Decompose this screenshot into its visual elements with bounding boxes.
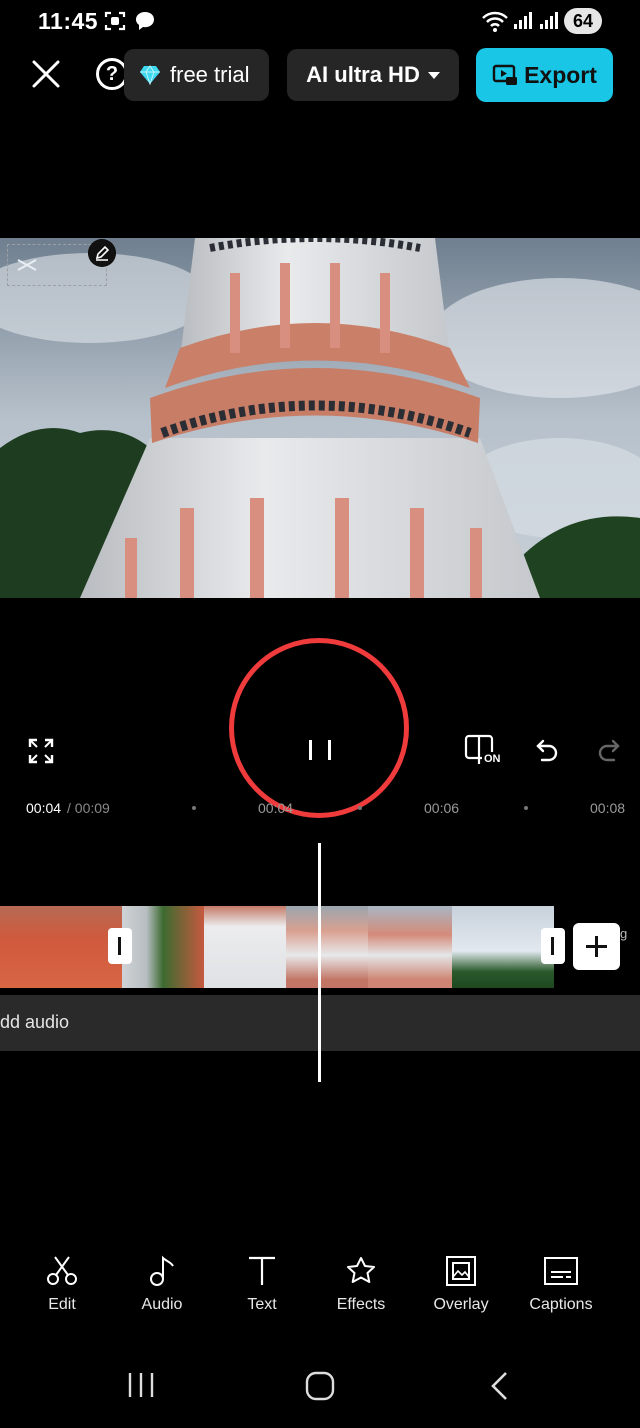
diamond-icon <box>140 65 160 85</box>
edit-watermark-icon[interactable] <box>88 239 116 267</box>
tool-captions[interactable]: Captions <box>511 1240 611 1314</box>
clip-thumbnail[interactable] <box>204 906 286 988</box>
tool-label: Overlay <box>433 1296 489 1313</box>
system-nav-bar <box>0 1345 640 1428</box>
total-duration: / 00:09 <box>67 800 110 816</box>
close-button[interactable] <box>26 54 66 94</box>
clip-thumbnail[interactable] <box>286 906 368 988</box>
chevron-down-icon <box>427 71 440 79</box>
tool-label: Captions <box>529 1296 593 1313</box>
free-trial-button[interactable]: free trial <box>124 49 269 101</box>
screenshot-icon <box>104 11 126 31</box>
quality-label: AI ultra HD <box>306 62 420 87</box>
tool-bar: Edit Audio Text Effects Overlay Captions <box>0 1240 640 1330</box>
clip-trim-handle-left[interactable] <box>108 928 132 964</box>
cover-label: g <box>620 926 628 941</box>
signal-strength-icon <box>514 12 532 29</box>
tool-overlay[interactable]: Overlay <box>411 1240 511 1314</box>
clip-thumbnail[interactable] <box>0 906 122 988</box>
current-time: 00:04 <box>26 800 62 816</box>
back-icon[interactable] <box>486 1371 514 1401</box>
music-note-icon <box>150 1255 174 1286</box>
status-clock: 11:45 <box>38 8 99 34</box>
add-audio-label: dd audio <box>0 1012 70 1032</box>
tool-label: Edit <box>48 1296 76 1313</box>
ruler-label: 00:06 <box>424 800 460 816</box>
redo-icon[interactable] <box>594 736 622 764</box>
battery-indicator: 64 <box>564 8 602 34</box>
export-button[interactable]: Export <box>476 48 613 102</box>
ruler-tick <box>192 806 196 810</box>
home-icon[interactable] <box>305 1371 335 1401</box>
clip-thumbnail[interactable] <box>452 906 554 988</box>
video-preview[interactable] <box>0 238 640 598</box>
ruler-tick <box>358 806 362 810</box>
tool-label: Audio <box>141 1296 183 1313</box>
signal-strength-icon <box>540 12 558 29</box>
scissors-icon <box>47 1256 77 1285</box>
text-icon <box>249 1256 275 1285</box>
undo-icon[interactable] <box>534 736 562 764</box>
tool-edit[interactable]: Edit <box>12 1240 112 1314</box>
wifi-icon <box>482 11 508 32</box>
effects-star-icon <box>347 1257 375 1283</box>
compare-toggle-button[interactable]: ON <box>464 734 504 770</box>
pause-button[interactable] <box>296 726 344 774</box>
tool-audio[interactable]: Audio <box>112 1240 212 1314</box>
compare-on-badge: ON <box>484 753 501 765</box>
overlay-icon <box>446 1256 476 1286</box>
clip-thumbnail[interactable] <box>122 906 204 988</box>
export-icon <box>492 64 518 85</box>
ruler-label: 00:08 <box>590 800 626 816</box>
chat-icon <box>136 12 154 30</box>
tool-effects[interactable]: Effects <box>311 1240 411 1314</box>
capcut-logo-icon <box>17 259 37 271</box>
tool-label: Text <box>247 1296 277 1313</box>
add-clip-button[interactable] <box>573 923 620 970</box>
quality-dropdown[interactable]: AI ultra HD <box>287 49 459 101</box>
fullscreen-icon[interactable] <box>28 738 54 764</box>
free-trial-label: free trial <box>170 62 250 87</box>
recent-apps-icon[interactable] <box>126 1371 156 1399</box>
ruler-tick <box>524 806 528 810</box>
clip-thumbnail[interactable] <box>368 906 452 988</box>
playhead[interactable] <box>318 843 321 1082</box>
ruler-label: 00:04 <box>258 800 294 816</box>
export-label: Export <box>524 61 597 88</box>
tool-label: Effects <box>336 1296 386 1313</box>
video-track[interactable] <box>0 906 554 988</box>
captions-icon <box>544 1257 578 1285</box>
tool-text[interactable]: Text <box>212 1240 312 1314</box>
clip-trim-handle-right[interactable] <box>541 928 565 964</box>
